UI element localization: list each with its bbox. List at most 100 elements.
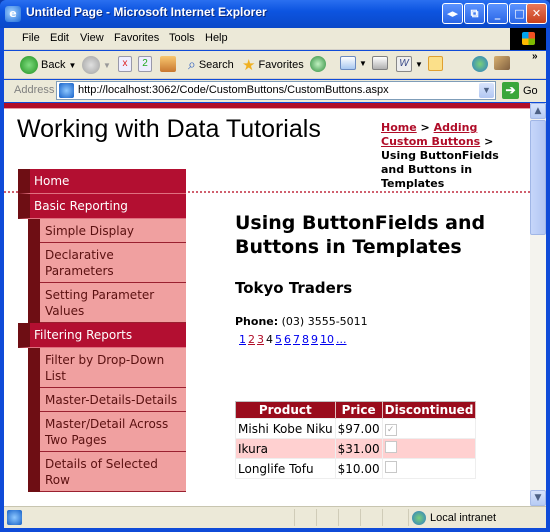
back-arrow-icon [20,56,38,74]
scroll-thumb[interactable] [530,120,546,235]
discuss-button[interactable] [428,56,443,71]
forward-button[interactable]: ▼ [82,56,111,74]
vertical-scrollbar[interactable]: ▲ ▼ [530,103,546,506]
mail-button[interactable]: ▼ [340,56,367,70]
notes-icon [428,56,443,71]
address-label: Address [14,84,55,96]
intranet-icon [412,511,426,525]
sidebar-item-details-selected-row[interactable]: Details of Selected Row [40,452,186,492]
stop-icon: x [118,56,132,72]
sidebar-item-home[interactable]: Home [18,169,186,194]
menu-file[interactable]: File [22,32,40,44]
dropdown-arrow-icon[interactable]: ▼ [359,59,367,68]
pager-link[interactable]: 9 [311,333,318,346]
breadcrumb-separator: > [480,135,494,148]
pager-link[interactable]: ... [336,333,347,346]
menu-edit[interactable]: Edit [50,32,69,44]
sidebar-item-simple-display[interactable]: Simple Display [40,219,186,243]
stop-button[interactable]: x [118,56,132,72]
discontinued-checkbox [384,461,397,473]
discontinued-cell [381,438,477,459]
pager-link[interactable]: 6 [284,333,291,346]
search-label: Search [198,58,234,71]
back-label: Back [41,59,66,71]
menu-favorites[interactable]: Favorites [114,32,159,44]
sidebar-item-master-detail-two-pages[interactable]: Master/Detail Across Two Pages [40,412,186,452]
sidebar-nav: Home Basic Reporting Simple Display Decl… [18,169,186,492]
page-content: Working with Data Tutorials Home > Addin… [4,103,530,506]
menu-view[interactable]: View [80,32,104,44]
scroll-down-icon[interactable]: ▼ [530,490,546,506]
price-cell: $97.00 [334,418,383,439]
address-bar: Address http://localhost:3062/Code/Custo… [4,80,546,102]
site-title: Working with Data Tutorials [17,115,321,143]
menu-help[interactable]: Help [205,32,228,44]
favorites-label: Favorites [258,59,304,71]
zone-label: Local intranet [430,512,497,524]
messenger-icon [472,56,488,72]
sidebar-item-label: Filtering Reports [34,328,133,342]
restore-small-icon[interactable]: ⧉ [464,3,485,24]
sidebar-item-master-details-details[interactable]: Master-Details-Details [40,388,186,412]
main-content: Using ButtonFields and Buttons in Templa… [235,211,495,346]
back-button[interactable]: Back ▼ [20,56,76,74]
table-row: Ikura $31.00 [235,438,477,459]
go-button[interactable]: ➔ Go [502,82,538,99]
close-button[interactable]: ✕ [526,3,547,24]
discontinued-checkbox: ✓ [384,424,397,436]
go-arrow-icon: ➔ [502,82,519,99]
pager-link[interactable]: 1 [239,333,246,346]
chevron-down-icon[interactable]: ▼ [479,83,494,98]
menu-tools[interactable]: Tools [169,32,195,44]
dropdown-arrow-icon[interactable]: ▼ [415,60,423,69]
pager-link[interactable]: 10 [320,333,334,346]
home-button[interactable] [160,56,176,72]
pager-link[interactable]: 7 [293,333,300,346]
pager-link[interactable]: 3 [257,333,264,346]
column-header-product: Product [235,401,336,419]
phone-value: (03) 3555-5011 [278,315,368,328]
research-button[interactable] [494,56,510,70]
sidebar-item-filtering-reports[interactable]: Filtering Reports [18,323,186,348]
sidebar-item-basic-reporting[interactable]: Basic Reporting [18,194,186,219]
breadcrumb-separator: > [416,121,434,134]
address-input[interactable]: http://localhost:3062/Code/CustomButtons… [56,81,496,100]
dropdown-arrow-icon[interactable]: ▼ [68,61,76,70]
history-button[interactable] [310,56,326,72]
print-button[interactable] [372,56,388,70]
status-separator [338,509,339,526]
toggle-icon[interactable]: ◂▸ [442,3,463,24]
status-separator [382,509,383,526]
breadcrumb-current: Using ButtonFields and Buttons in Templa… [381,149,499,190]
ie-icon: e [5,6,21,22]
table-header-row: Product Price Discontinued [235,401,477,419]
sidebar-item-filter-dropdown[interactable]: Filter by Drop-Down List [40,348,186,388]
pager-link[interactable]: 8 [302,333,309,346]
title-bar: e Untitled Page - Microsoft Internet Exp… [0,0,550,28]
pager-link[interactable]: 5 [275,333,282,346]
history-icon [310,56,326,72]
status-bar: Local intranet [4,506,546,528]
minimize-button[interactable]: _ [487,3,508,24]
status-separator [360,509,361,526]
status-separator [294,509,295,526]
pager-link[interactable]: 2 [248,333,255,346]
word-icon: W [396,56,412,72]
browser-window: e Untitled Page - Microsoft Internet Exp… [0,0,550,532]
address-url[interactable]: http://localhost:3062/Code/CustomButtons… [78,84,389,96]
dropdown-arrow-icon[interactable]: ▼ [103,61,111,70]
pager-current-page: 4 [266,333,273,346]
column-header-price: Price [335,401,383,419]
chevron-more-icon[interactable]: » [532,51,538,62]
windows-logo-icon [510,28,546,50]
search-button[interactable]: ⌕ Search [188,56,234,73]
edit-button[interactable]: W ▼ [396,56,423,72]
scroll-up-icon[interactable]: ▲ [530,103,546,119]
messenger-button[interactable] [472,56,488,72]
sidebar-item-setting-parameter-values[interactable]: Setting Parameter Values [40,283,186,323]
favorites-button[interactable]: ★ Favorites [242,56,304,74]
refresh-button[interactable]: 2 [138,56,152,72]
security-zone[interactable]: Local intranet [412,511,496,525]
sidebar-item-declarative-parameters[interactable]: Declarative Parameters [40,243,186,283]
breadcrumb-home-link[interactable]: Home [381,121,417,134]
